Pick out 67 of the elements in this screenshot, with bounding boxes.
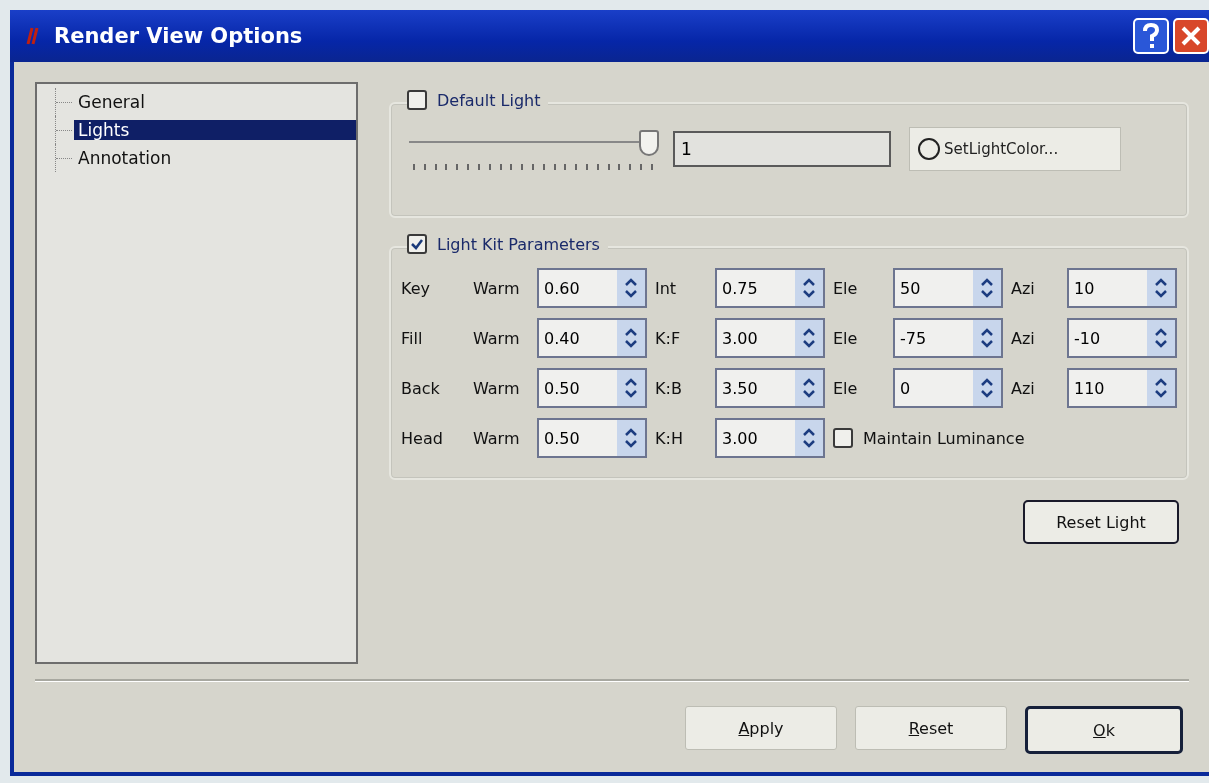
set-light-color-button[interactable]: SetLightColor... [909,127,1121,171]
slider-thumb[interactable] [639,130,659,156]
spin-arrows-icon[interactable] [802,377,816,399]
light-name-label: Head [401,428,444,448]
spin-box[interactable]: 0.60 [537,268,647,308]
parameter-label: K:H [655,428,684,448]
light-name-label: Fill [401,328,424,348]
parameter-label: Warm [473,328,521,348]
spin-box[interactable]: 10 [1067,268,1177,308]
parameter-label: Warm [473,378,521,398]
parameter-label: Azi [1011,328,1036,348]
close-button[interactable] [1173,18,1209,54]
reset-light-button[interactable]: Reset Light [1023,500,1179,544]
checkbox[interactable] [407,90,427,110]
spin-arrows-icon[interactable] [1154,277,1168,299]
spin-box[interactable]: 0.75 [715,268,825,308]
light-name-label: Back [401,378,441,398]
spin-arrows-icon[interactable] [1154,327,1168,349]
spin-arrows-icon[interactable] [624,327,638,349]
dialog-button[interactable]: Ok [1025,706,1183,754]
spin-box[interactable]: 50 [893,268,1003,308]
help-button[interactable] [1133,18,1169,54]
maintain-luminance-label: Maintain Luminance [863,428,1025,448]
spin-arrows-icon[interactable] [802,427,816,449]
spin-box[interactable]: 0.40 [537,318,647,358]
spin-box[interactable]: -10 [1067,318,1177,358]
spin-arrows-icon[interactable] [624,277,638,299]
checkbox[interactable] [833,428,853,448]
spin-box[interactable]: 3.00 [715,418,825,458]
light-kit-label: Light Kit Parameters [437,234,600,254]
spin-arrows-icon[interactable] [624,427,638,449]
spin-arrows-icon[interactable] [980,377,994,399]
parameter-label: Warm [473,428,521,448]
spin-box[interactable]: 110 [1067,368,1177,408]
spin-arrows-icon[interactable] [1154,377,1168,399]
parameter-label: Int [655,278,678,298]
tree-item[interactable]: General [74,92,356,112]
spin-arrows-icon[interactable] [980,277,994,299]
spin-arrows-icon[interactable] [624,377,638,399]
spin-box[interactable]: 0.50 [537,368,647,408]
checkbox[interactable] [407,234,427,254]
spin-arrows-icon[interactable] [980,327,994,349]
parameter-label: Warm [473,278,521,298]
intensity-field[interactable]: 1 [673,131,891,167]
spin-arrows-icon[interactable] [802,277,816,299]
window-title: Render View Options [54,24,303,48]
spin-box[interactable]: 3.50 [715,368,825,408]
parameter-label: Ele [833,378,859,398]
dialog-button[interactable]: Reset [855,706,1007,750]
spin-box[interactable]: -75 [893,318,1003,358]
dialog-button[interactable]: Apply [685,706,837,750]
check-icon [410,237,424,251]
light-name-label: Key [401,278,431,298]
tree-item[interactable]: Lights [74,120,356,140]
spin-arrows-icon[interactable] [802,327,816,349]
spin-box[interactable]: 0 [893,368,1003,408]
parameter-label: K:B [655,378,683,398]
app-icon [24,26,40,46]
parameter-label: Ele [833,328,859,348]
parameter-label: Azi [1011,278,1036,298]
tree-item[interactable]: Annotation [74,148,356,168]
spin-box[interactable]: 3.00 [715,318,825,358]
parameter-label: Azi [1011,378,1036,398]
parameter-label: Ele [833,278,859,298]
spin-box[interactable]: 0.50 [537,418,647,458]
default-light-label: Default Light [437,90,541,110]
parameter-label: K:F [655,328,682,348]
